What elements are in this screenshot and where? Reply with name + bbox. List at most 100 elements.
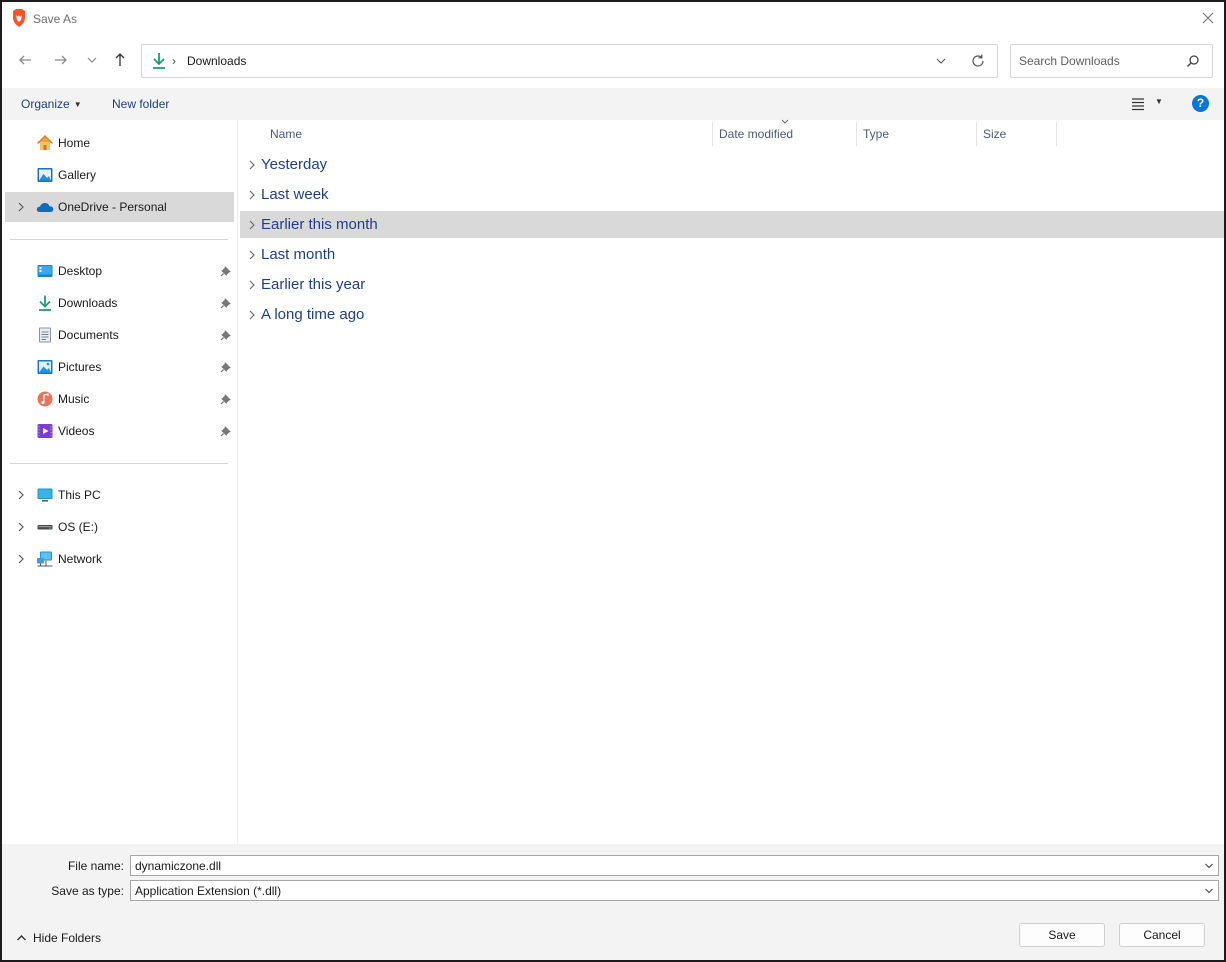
file-name-field[interactable]: dynamiczone.dll <box>130 855 1219 876</box>
new-folder-button[interactable]: New folder <box>112 97 169 111</box>
group-header-yesterday[interactable]: Yesterday <box>240 151 1224 178</box>
pin-icon[interactable] <box>220 393 232 405</box>
breadcrumb-separator: › <box>172 54 176 68</box>
caret-down-icon[interactable]: ▼ <box>1155 97 1163 106</box>
chevron-down-icon[interactable] <box>934 54 948 68</box>
group-header-a-long-time-ago[interactable]: A long time ago <box>240 301 1224 328</box>
sidebar-item-label: OneDrive - Personal <box>58 200 167 214</box>
sidebar-item-documents[interactable]: Documents <box>5 320 234 350</box>
sidebar-item-label: Pictures <box>58 360 102 374</box>
chevron-right-icon[interactable] <box>247 279 257 291</box>
sort-caret-icon <box>781 119 789 124</box>
search-placeholder: Search Downloads <box>1019 54 1120 68</box>
column-divider[interactable] <box>712 122 713 146</box>
hide-folders-button[interactable]: Hide Folders <box>16 931 101 945</box>
column-divider[interactable] <box>1056 122 1057 146</box>
chevron-right-icon[interactable] <box>14 552 28 566</box>
chevron-right-icon[interactable] <box>247 219 257 231</box>
pin-icon[interactable] <box>220 329 232 341</box>
sidebar-item-music[interactable]: Music <box>5 384 234 414</box>
pin-icon[interactable] <box>220 361 232 373</box>
sidebar-item-os-drive[interactable]: OS (E:) <box>5 512 234 542</box>
file-list: Name Date modified Type Size Yesterday L… <box>239 119 1224 844</box>
column-header-type[interactable]: Type <box>863 127 889 141</box>
address-bar[interactable]: › Downloads <box>141 44 998 78</box>
group-label: Earlier this month <box>261 216 378 233</box>
column-divider[interactable] <box>976 122 977 146</box>
sidebar-item-label: Documents <box>58 328 119 342</box>
sidebar-item-label: Music <box>58 392 90 406</box>
sidebar-item-label: Downloads <box>58 296 118 310</box>
pin-icon[interactable] <box>220 297 232 309</box>
title-bar: Save As <box>2 2 1224 36</box>
column-header-name[interactable]: Name <box>270 127 302 141</box>
search-input[interactable]: Search Downloads <box>1010 44 1213 78</box>
arrow-left-icon[interactable] <box>16 50 36 70</box>
this-pc-icon <box>37 488 53 502</box>
chevron-down-icon[interactable] <box>1203 860 1215 872</box>
desktop-icon <box>37 265 53 277</box>
chevron-right-icon[interactable] <box>247 159 257 171</box>
group-label: Last month <box>261 246 336 263</box>
search-icon[interactable] <box>1185 53 1201 69</box>
help-button[interactable]: ? <box>1192 95 1209 112</box>
command-bar: Organize ▼ New folder ▼ ? <box>2 88 1224 120</box>
pin-icon[interactable] <box>220 265 232 277</box>
group-label: Earlier this year <box>261 276 366 293</box>
chevron-right-icon[interactable] <box>247 249 257 261</box>
cancel-button[interactable]: Cancel <box>1119 923 1205 947</box>
arrow-up-icon[interactable] <box>110 50 130 70</box>
file-name-value: dynamiczone.dll <box>135 859 222 873</box>
sidebar-item-this-pc[interactable]: This PC <box>5 480 234 510</box>
navigation-pane: Home Gallery OneDrive - Personal Desktop… <box>2 120 238 844</box>
downloads-icon <box>39 295 51 311</box>
group-header-earlier-this-month[interactable]: Earlier this month <box>240 211 1224 238</box>
chevron-right-icon[interactable] <box>14 200 28 214</box>
sidebar-item-network[interactable]: Network <box>5 544 234 574</box>
save-button[interactable]: Save <box>1019 923 1105 947</box>
column-divider[interactable] <box>856 122 857 146</box>
navigation-bar: › Downloads Search Downloads <box>2 36 1224 88</box>
videos-icon <box>37 424 53 438</box>
chevron-right-icon[interactable] <box>14 520 28 534</box>
save-as-type-select[interactable]: Application Extension (*.dll) <box>130 880 1219 901</box>
sidebar-item-onedrive[interactable]: OneDrive - Personal <box>5 192 234 222</box>
sidebar-item-home[interactable]: Home <box>5 128 234 158</box>
sidebar-item-label: Gallery <box>58 168 97 182</box>
chevron-right-icon[interactable] <box>247 189 257 201</box>
chevron-up-icon <box>17 935 26 941</box>
chevron-right-icon[interactable] <box>14 488 28 502</box>
group-header-last-month[interactable]: Last month <box>240 241 1224 268</box>
save-as-type-value: Application Extension (*.dll) <box>135 884 282 898</box>
organize-label: Organize <box>21 97 70 111</box>
brave-lion-icon <box>13 9 25 27</box>
chevron-right-icon[interactable] <box>247 309 257 321</box>
sidebar-item-gallery[interactable]: Gallery <box>5 160 234 190</box>
network-icon <box>37 551 53 567</box>
close-icon[interactable] <box>1198 8 1218 28</box>
sidebar-item-downloads[interactable]: Downloads <box>5 288 234 318</box>
sidebar-item-desktop[interactable]: Desktop <box>5 256 234 286</box>
chevron-down-icon[interactable] <box>1203 885 1215 897</box>
music-icon <box>37 391 53 407</box>
column-header-date-modified[interactable]: Date modified <box>719 127 793 141</box>
refresh-icon[interactable] <box>970 53 986 69</box>
file-name-label: File name: <box>67 859 124 873</box>
sidebar-item-label: Videos <box>58 424 95 438</box>
group-header-earlier-this-year[interactable]: Earlier this year <box>240 271 1224 298</box>
home-icon <box>37 135 53 150</box>
arrow-right-icon[interactable] <box>51 50 71 70</box>
sidebar-divider <box>10 463 228 464</box>
view-list-icon[interactable] <box>1130 97 1146 111</box>
breadcrumb-downloads[interactable]: Downloads <box>187 54 246 68</box>
sidebar-item-pictures[interactable]: Pictures <box>5 352 234 382</box>
organize-button[interactable]: Organize ▼ <box>21 97 82 111</box>
column-header-size[interactable]: Size <box>983 127 1006 141</box>
group-label: Yesterday <box>261 156 328 173</box>
pin-icon[interactable] <box>220 425 232 437</box>
documents-icon <box>39 327 51 343</box>
chevron-down-icon[interactable] <box>82 50 102 70</box>
sidebar-item-videos[interactable]: Videos <box>5 416 234 446</box>
group-header-last-week[interactable]: Last week <box>240 181 1224 208</box>
group-label: Last week <box>261 186 329 203</box>
